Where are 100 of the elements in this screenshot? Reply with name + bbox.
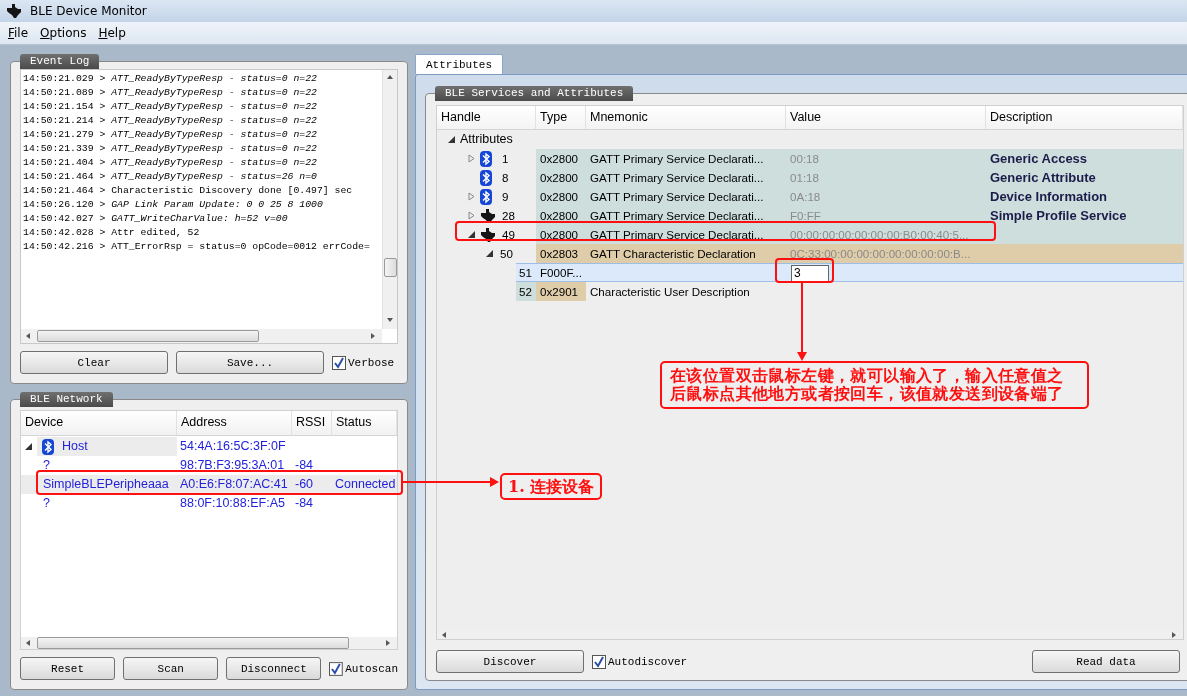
menu-item[interactable]: Help <box>94 26 130 40</box>
tab[interactable]: Attributes <box>415 54 503 74</box>
handle-cell-text: 50 <box>499 246 513 262</box>
expander-icon[interactable] <box>467 230 476 239</box>
table-cell-text: -84 <box>294 457 315 474</box>
mnemonic-cell: GATT Primary Service Declarati... <box>586 187 786 206</box>
button[interactable]: Disconnect <box>226 657 322 680</box>
button[interactable]: Scan <box>123 657 219 680</box>
value-cell: 00:18 <box>786 149 986 168</box>
column-header[interactable]: Description <box>986 106 1183 129</box>
window-title: BLE Device Monitor <box>30 4 147 18</box>
type-cell: 0x2800 <box>536 168 586 187</box>
type-cell: 0x2800 <box>536 149 586 168</box>
scrollbar[interactable] <box>21 329 382 343</box>
menu-item[interactable]: File <box>4 26 33 40</box>
mnemonic-cell: GATT Primary Service Declarati... <box>586 149 786 168</box>
checkbox-label[interactable]: Verbose <box>348 356 395 369</box>
description-cell: Simple Profile Service <box>986 206 1183 225</box>
table-row[interactable]: 51 F000F... 3 <box>437 263 1183 282</box>
button[interactable]: Clear <box>20 351 168 374</box>
description-cell: Device Information <box>986 187 1183 206</box>
type-cell: F000F... <box>536 263 586 282</box>
log-line: 14:50:21.089 > ATT_ReadyByTypeResp - status=0 n=22 <box>23 86 318 100</box>
value-cell: 0A:18 <box>786 187 986 206</box>
log-line: 14:50:21.029 > ATT_ReadyByTypeResp - status=0 n=22 <box>23 72 318 86</box>
table-row[interactable]: 52 0x2901 Characteristic User Description <box>437 282 1183 301</box>
button[interactable]: Save... <box>176 351 324 374</box>
handle-cell-text: 49 <box>501 227 515 243</box>
table-row[interactable]: ? 98:7B:F3:95:3A:01 -84 <box>21 456 397 475</box>
callout-note: 1. 连接设备 <box>500 473 603 500</box>
column-header[interactable]: Type <box>536 106 586 129</box>
expander-icon[interactable] <box>447 135 456 144</box>
scrollbar[interactable] <box>21 637 397 649</box>
column-header[interactable]: Handle <box>437 106 536 129</box>
log-line: 14:50:21.339 > ATT_ReadyByTypeResp - status=0 n=22 <box>23 142 318 156</box>
table-row[interactable]: 1 0x2800 GATT Primary Service Declarati... 00:18 Generic Access <box>437 149 1183 168</box>
value-cell: 01:18 <box>786 168 986 187</box>
group-title: BLE Services and Attributes <box>435 86 634 101</box>
button[interactable]: Discover <box>436 650 584 673</box>
log-line: 14:50:42.216 > ATT_ErrorRsp = status=0 opCode=0012 errCode= <box>23 240 371 254</box>
expander-icon[interactable] <box>24 442 33 451</box>
checkbox-label[interactable]: Autoscan <box>345 662 398 675</box>
logo-icon <box>480 226 496 243</box>
mnemonic-cell: GATT Primary Service Declarati... <box>586 168 786 187</box>
button[interactable]: Read data <box>1032 650 1180 673</box>
scroll-arrow-icon <box>386 74 394 82</box>
table-row[interactable]: ? 88:0F:10:88:EF:A5 -84 <box>21 494 397 513</box>
handle-cell: 52 <box>516 282 536 301</box>
device-name: Host <box>62 438 88 455</box>
type-cell: 0x2803 <box>536 244 586 263</box>
column-header[interactable]: Device <box>21 411 177 435</box>
description-cell: Generic Access <box>986 149 1183 168</box>
checkbox[interactable] <box>332 355 346 370</box>
mnemonic-cell-text: Characteristic User Description <box>589 284 751 300</box>
description-cell: Generic Attribute <box>986 168 1183 187</box>
column-header[interactable]: Address <box>177 411 292 435</box>
column-header[interactable]: Mnemonic <box>586 106 786 129</box>
value-field[interactable]: 3 <box>791 264 829 282</box>
expander-icon[interactable] <box>485 249 494 258</box>
checkbox[interactable] <box>592 654 606 669</box>
checkbox-label[interactable]: Autodiscover <box>608 655 688 668</box>
log-line: 14:50:21.214 > ATT_ReadyByTypeResp - status=0 n=22 <box>23 114 318 128</box>
table-cell-text: 54:4A:16:5C:3F:0F <box>179 438 287 455</box>
value-cell: 0C:33:00:00:00:00:00:00:00:00:B... <box>786 244 986 263</box>
column-header[interactable]: Status <box>332 411 397 435</box>
checkbox[interactable] <box>329 661 344 676</box>
scrollbar[interactable] <box>382 70 397 329</box>
bluetooth-icon <box>480 150 492 167</box>
handle-cell-text: 9 <box>501 189 509 205</box>
mnemonic-cell: GATT Characteristic Declaration <box>586 244 786 263</box>
log-line: 14:50:21.464 > Characteristic Discovery done [0.497] sec <box>23 184 354 198</box>
tree-item[interactable]: Attributes <box>460 130 513 149</box>
scroll-thumb[interactable] <box>383 258 397 277</box>
table-cell-text: Connected <box>334 476 397 493</box>
log-line: 14:50:26.120 > GAP Link Param Update: 0 0 25 8 1000 <box>23 198 324 212</box>
scroll-thumb[interactable] <box>37 637 349 649</box>
table-cell-text: ? <box>42 457 51 474</box>
button[interactable]: Reset <box>20 657 116 680</box>
table-row[interactable]: 28 0x2800 GATT Primary Service Declarati... F0:FF Simple Profile Service <box>437 206 1183 225</box>
tree-item[interactable]: Host <box>37 437 177 456</box>
table-row[interactable]: 50 0x2803 GATT Characteristic Declaration 0C:33:00:00:00:00:00:00:00:00:B... <box>437 244 1183 263</box>
callout-note: 在该位置双击鼠标左键，就可以输入了，输入任意值之后鼠标点其他地方或者按回车，该值就发送到设备端了 <box>660 361 1089 409</box>
scroll-arrow-icon <box>25 639 33 647</box>
column-header[interactable]: Value <box>786 106 986 129</box>
log-line: 14:50:21.464 > ATT_ReadyByTypeResp - status=26 n=0 <box>23 170 318 184</box>
log-line: 14:50:21.154 > ATT_ReadyByTypeResp - status=0 n=22 <box>23 100 318 114</box>
menu-item[interactable]: Options <box>36 26 91 40</box>
logo-icon <box>480 207 496 224</box>
table-cell-text: 88:0F:10:88:EF:A5 <box>179 495 286 512</box>
table-row[interactable]: 9 0x2800 GATT Primary Service Declarati... 0A:18 Device Information <box>437 187 1183 206</box>
table-cell-text: ? <box>42 495 51 512</box>
handle-cell-text: 28 <box>501 208 515 224</box>
table-cell-text: SimpleBLEPeripheaaa <box>42 476 170 493</box>
type-cell: 0x2800 <box>536 187 586 206</box>
column-header[interactable]: RSSI <box>292 411 332 435</box>
table-row[interactable]: 8 0x2800 GATT Primary Service Declarati... 01:18 Generic Attribute <box>437 168 1183 187</box>
bluetooth-icon <box>42 438 54 455</box>
handle-cell-text: 1 <box>501 151 509 167</box>
table-row[interactable]: 49 0x2800 GATT Primary Service Declarati... 00:00:00:00:00:00:00:B0:00:40:5... <box>437 225 1183 244</box>
scroll-thumb[interactable] <box>37 330 259 342</box>
